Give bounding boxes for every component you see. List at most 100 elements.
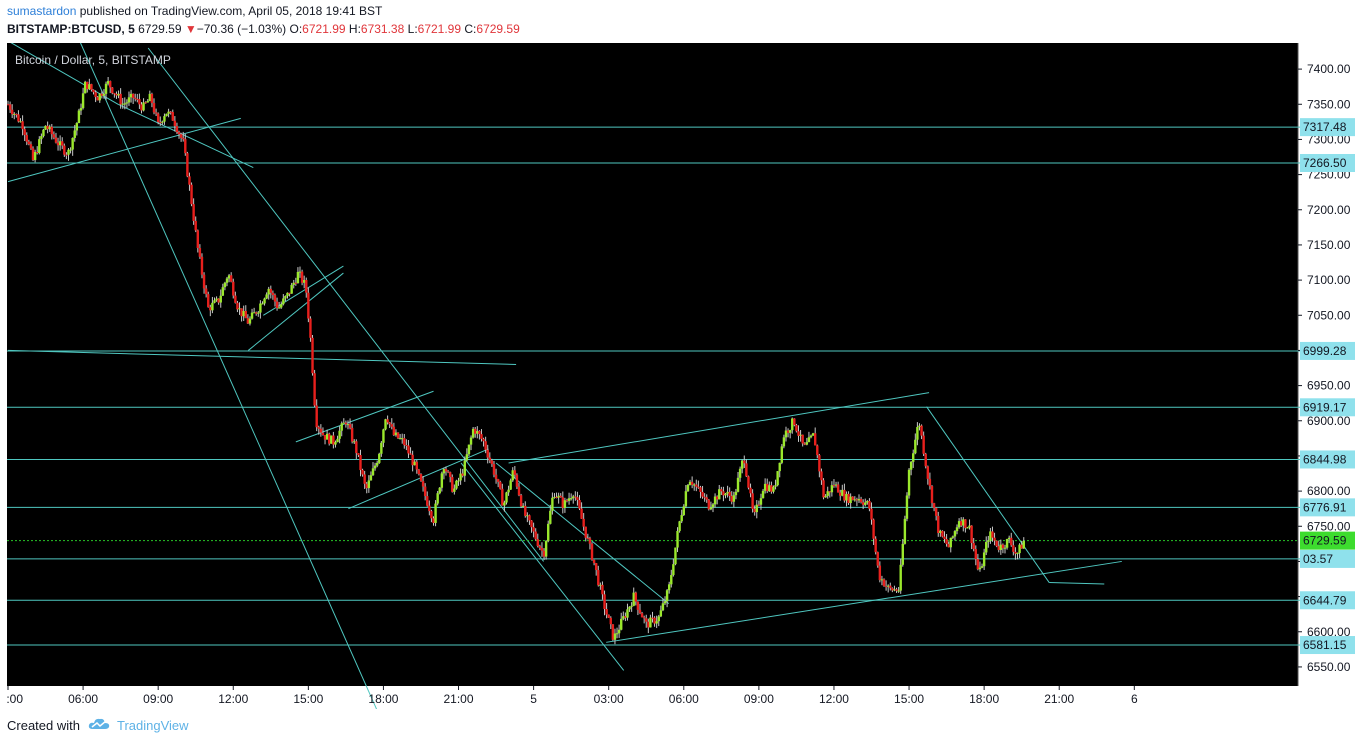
- up-candle: [1003, 547, 1007, 549]
- time-tick-label: 18:00: [969, 692, 999, 706]
- down-candle: [244, 310, 247, 319]
- up-candle: [373, 465, 377, 469]
- up-candle: [146, 101, 149, 103]
- up-candle: [353, 441, 356, 443]
- up-candle: [121, 103, 124, 105]
- down-candle: [941, 530, 944, 537]
- down-candle: [578, 500, 581, 509]
- down-candle: [513, 470, 517, 475]
- down-candle: [115, 93, 118, 96]
- up-candle: [782, 437, 786, 447]
- up-candle: [740, 460, 744, 469]
- plot-area[interactable]: [7, 43, 1298, 686]
- down-candle: [1012, 545, 1015, 552]
- down-candle: [588, 538, 592, 544]
- down-candle: [603, 594, 606, 610]
- time-tick-label: 09:00: [143, 692, 173, 706]
- up-candle: [657, 616, 660, 622]
- time-tick-label: 6: [1131, 692, 1138, 706]
- down-candle: [540, 547, 544, 551]
- down-candle: [131, 93, 135, 98]
- down-candle: [409, 453, 412, 455]
- up-candle: [682, 506, 685, 516]
- down-candle: [745, 463, 748, 477]
- up-candle: [799, 434, 802, 436]
- tradingview-logo-icon[interactable]: [87, 716, 111, 732]
- down-candle: [15, 113, 18, 115]
- down-candle: [461, 473, 464, 476]
- up-candle: [58, 141, 62, 146]
- up-candle: [849, 496, 852, 504]
- up-candle: [69, 149, 72, 151]
- down-candle: [991, 531, 994, 538]
- down-candle: [294, 282, 298, 284]
- down-candle: [937, 515, 940, 533]
- time-tick-label: 21:00: [1044, 692, 1074, 706]
- up-candle: [738, 468, 742, 478]
- down-candle: [321, 432, 325, 436]
- down-candle: [92, 89, 95, 93]
- up-candle: [680, 515, 683, 522]
- up-candle: [263, 298, 266, 304]
- down-candle: [474, 428, 477, 434]
- up-candle: [98, 93, 101, 101]
- up-candle: [755, 504, 758, 513]
- down-candle: [1010, 537, 1013, 546]
- up-candle: [1018, 544, 1021, 554]
- up-candle: [547, 523, 550, 542]
- down-candle: [843, 489, 846, 501]
- up-candle: [776, 471, 779, 486]
- down-candle: [597, 570, 600, 586]
- down-candle: [947, 543, 950, 548]
- up-candle: [834, 484, 838, 486]
- down-candle: [451, 477, 454, 492]
- up-candle: [338, 430, 341, 439]
- down-candle: [932, 503, 936, 508]
- up-candle: [219, 295, 222, 303]
- up-candle: [227, 275, 231, 279]
- publish-line: sumastardon published on TradingView.com…: [7, 4, 382, 18]
- footer: Created with TradingView: [7, 712, 1367, 744]
- tradingview-link[interactable]: TradingView: [117, 718, 189, 733]
- down-candle: [269, 288, 273, 293]
- up-candle: [161, 121, 164, 123]
- down-candle: [494, 474, 498, 480]
- up-candle: [864, 502, 867, 505]
- up-candle: [284, 296, 287, 299]
- down-candle: [154, 112, 158, 114]
- down-candle: [202, 274, 206, 289]
- price-chart[interactable]: 7400.007350.007300.007250.007200.007150.…: [7, 43, 1363, 709]
- up-candle: [467, 444, 471, 455]
- down-candle: [428, 505, 431, 512]
- down-candle: [421, 481, 425, 487]
- down-candle: [482, 438, 485, 442]
- time-tick-label: 21:00: [444, 692, 474, 706]
- up-candle: [615, 633, 619, 635]
- down-candle: [751, 493, 754, 509]
- down-candle: [300, 271, 304, 283]
- down-candle: [530, 520, 533, 528]
- down-candle: [499, 481, 502, 489]
- up-candle: [127, 97, 131, 103]
- down-candle: [501, 488, 504, 506]
- down-candle: [889, 585, 892, 589]
- up-candle: [962, 519, 965, 526]
- down-candle: [309, 318, 312, 338]
- level-label: 6999.28: [1303, 344, 1347, 358]
- down-candle: [478, 431, 481, 435]
- down-candle: [803, 443, 806, 445]
- up-candle: [897, 590, 900, 592]
- down-candle: [100, 93, 104, 96]
- down-candle: [307, 292, 310, 319]
- price-tick-label: 6950.00: [1307, 379, 1351, 393]
- up-candle: [104, 83, 108, 94]
- up-candle: [434, 503, 437, 523]
- up-candle: [398, 438, 402, 440]
- up-candle: [857, 498, 861, 501]
- down-candle: [23, 129, 26, 135]
- author-link[interactable]: sumastardon: [7, 4, 76, 18]
- up-candle: [102, 93, 106, 96]
- price-tick-label: 7200.00: [1307, 203, 1351, 217]
- up-candle: [438, 487, 441, 494]
- down-candle: [407, 445, 410, 454]
